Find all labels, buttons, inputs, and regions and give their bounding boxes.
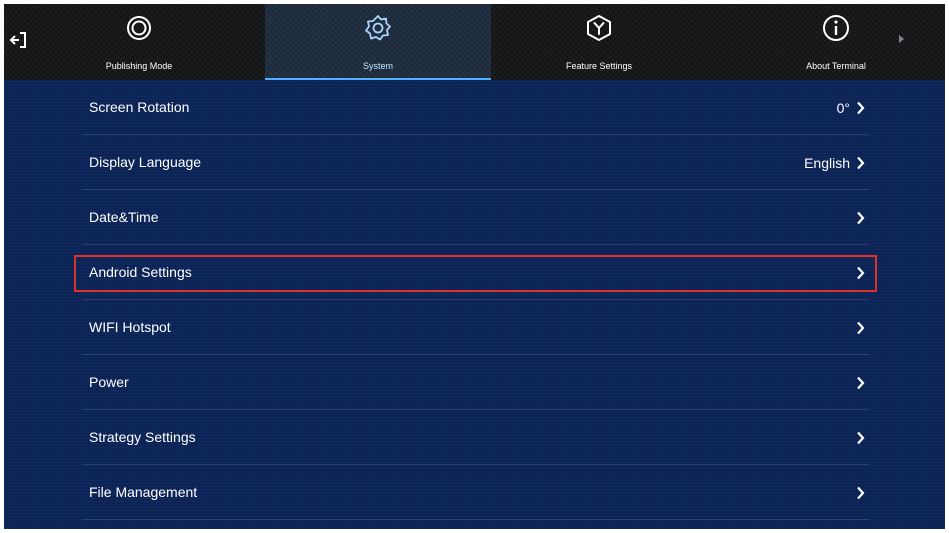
setting-label: Date&Time: [89, 209, 159, 225]
chevron-right-icon: [857, 376, 865, 389]
chevron-right-icon: [857, 211, 865, 224]
tab-about-terminal[interactable]: About Terminal: [766, 4, 906, 80]
setting-value: 0°: [836, 99, 850, 116]
setting-label: WIFI Hotspot: [89, 319, 171, 335]
setting-label: File Management: [89, 484, 198, 500]
tab-feature-settings[interactable]: Feature Settings: [524, 4, 674, 80]
setting-label: Screen Rotation: [89, 99, 190, 115]
tab-label: About Terminal: [806, 61, 866, 71]
setting-file-management[interactable]: File Management: [82, 465, 869, 520]
feature-settings-icon: [587, 15, 611, 41]
setting-strategy-settings[interactable]: Strategy Settings: [82, 410, 869, 465]
tab-label: Feature Settings: [565, 61, 633, 71]
setting-android-settings[interactable]: Android Settings: [82, 245, 869, 300]
setting-wifi-hotspot[interactable]: WIFI Hotspot: [82, 300, 869, 355]
setting-screen-rotation[interactable]: Screen Rotation 0°: [82, 80, 869, 135]
info-icon: [823, 15, 849, 41]
setting-label: Android Settings: [89, 264, 192, 280]
settings-screen: Publishing Mode System Feature Settings: [4, 4, 945, 529]
chevron-right-icon: [857, 486, 865, 499]
setting-label: Power: [89, 374, 129, 390]
gear-icon: [365, 15, 391, 41]
chevron-right-icon: [857, 321, 865, 334]
tab-label: Publishing Mode: [105, 61, 173, 71]
setting-label: Strategy Settings: [89, 429, 196, 445]
exit-icon[interactable]: [8, 29, 30, 51]
setting-value: English: [804, 154, 850, 171]
tab-publishing-mode[interactable]: Publishing Mode: [63, 4, 215, 80]
setting-date-time[interactable]: Date&Time: [82, 190, 869, 245]
chevron-right-small-icon[interactable]: [899, 35, 904, 43]
tab-system[interactable]: System: [265, 4, 491, 80]
setting-display-language[interactable]: Display Language English: [82, 135, 869, 190]
setting-label: Display Language: [89, 154, 202, 170]
row-divider: [82, 519, 869, 520]
tab-label: System: [362, 61, 393, 71]
top-navigation-bar: Publishing Mode System Feature Settings: [4, 4, 945, 80]
setting-power[interactable]: Power: [82, 355, 869, 410]
publishing-mode-icon: [127, 16, 151, 40]
chevron-right-icon: [857, 266, 865, 279]
chevron-right-icon: [857, 101, 865, 114]
chevron-right-icon: [857, 156, 865, 169]
chevron-right-icon: [857, 431, 865, 444]
